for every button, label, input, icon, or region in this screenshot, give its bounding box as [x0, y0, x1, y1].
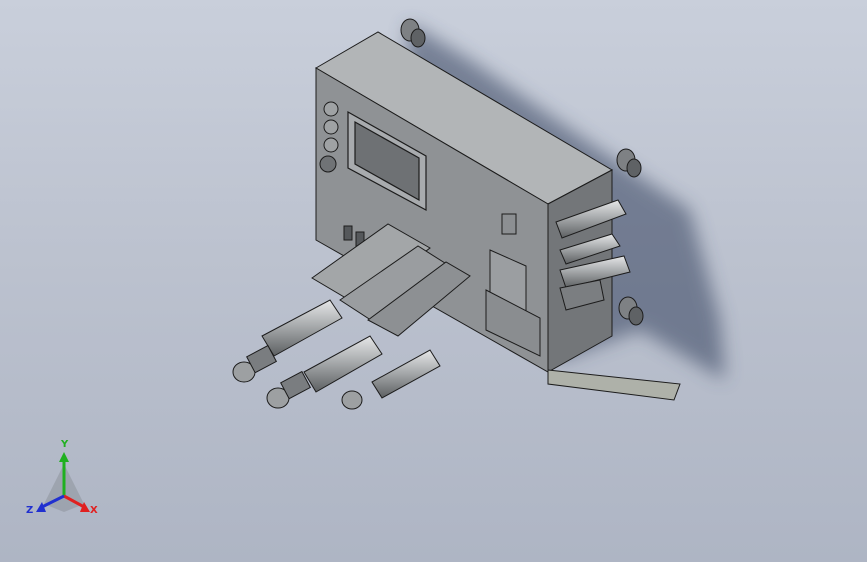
main-enclosure — [315, 31, 614, 373]
triad-z-label: Z — [26, 505, 34, 516]
triad-x-label: X — [90, 505, 98, 516]
triad-y-label: Y — [61, 439, 69, 450]
control-button — [319, 155, 337, 173]
control-button — [323, 137, 339, 153]
orientation-triad: Y X Z — [24, 440, 108, 526]
control-button — [323, 101, 339, 117]
output-chute — [547, 369, 681, 401]
machine-model[interactable] — [0, 0, 867, 562]
control-button — [323, 119, 339, 135]
3d-viewport[interactable]: Y X Z — [0, 0, 867, 562]
